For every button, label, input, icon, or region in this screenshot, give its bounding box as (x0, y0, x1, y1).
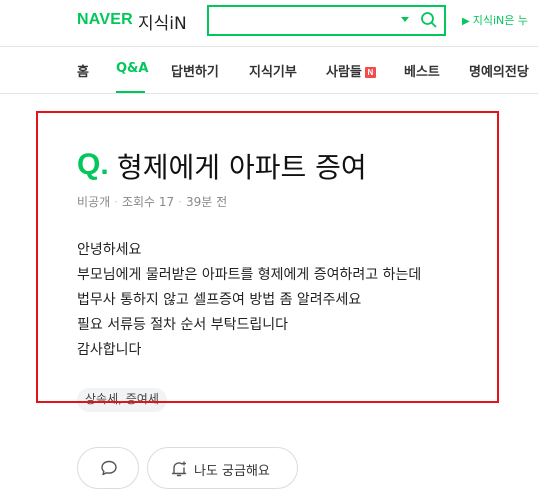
tab-donate[interactable]: 지식기부 (249, 61, 297, 80)
question-body: 안녕하세요 부모님에게 물러받은 아파트를 형제에게 증여하려고 하는데 법무사… (77, 238, 497, 363)
top-header: NAVER 지식iN ▶ 지식iN은 누 (0, 0, 538, 47)
body-line: 법무사 통하지 않고 셀프증여 방법 좀 알려주세요 (77, 292, 362, 308)
comment-icon (101, 460, 117, 476)
separator-dot: · (178, 195, 182, 209)
body-line: 필요 서류등 절차 순서 부탁드립니다 (77, 317, 288, 333)
main-nav: 홈 Q&A 답변하기 지식기부 사람들 N 베스트 명예의전당 (0, 47, 538, 94)
tab-answer[interactable]: 답변하기 (171, 61, 219, 80)
question-meta: 비공개 · 조회수 17 · 39분 전 (77, 193, 227, 210)
body-line: 부모님에게 물러받은 아파트를 형제에게 증여하려고 하는데 (77, 267, 422, 283)
new-badge: N (364, 67, 376, 78)
speaker-icon: ▶ (462, 16, 470, 27)
tab-people-label: 사람들 (326, 65, 362, 80)
notice-link[interactable]: ▶ 지식iN은 누 (462, 12, 528, 28)
search-box (207, 5, 446, 36)
active-tab-indicator (116, 91, 145, 93)
body-line: 안녕하세요 (77, 242, 142, 258)
visibility-label: 비공개 (77, 195, 111, 209)
search-icon[interactable] (420, 11, 438, 29)
jisikin-logo[interactable]: 지식iN (138, 9, 187, 34)
tab-best[interactable]: 베스트 (404, 61, 440, 80)
question-tag[interactable]: 상속세, 증여세 (77, 388, 167, 412)
question-mark-label: Q. (77, 148, 109, 181)
chevron-down-icon[interactable] (401, 17, 409, 22)
tab-qna[interactable]: Q&A (116, 61, 148, 76)
curious-button[interactable]: 나도 궁금해요 (147, 447, 298, 489)
body-line: 감사합니다 (77, 342, 142, 358)
comment-button[interactable] (77, 447, 139, 489)
search-input[interactable] (215, 10, 399, 32)
separator-dot: · (114, 195, 118, 209)
view-count: 조회수 17 (121, 195, 175, 209)
tab-hall-of-fame[interactable]: 명예의전당 (469, 61, 529, 80)
bell-plus-icon (171, 461, 187, 477)
question-title: 형제에게 아파트 증여 (117, 151, 367, 184)
curious-label: 나도 궁금해요 (194, 464, 270, 479)
post-time: 39분 전 (186, 195, 228, 209)
notice-text: 지식iN은 누 (472, 14, 528, 27)
tab-people[interactable]: 사람들 N (326, 61, 376, 80)
naver-logo[interactable]: NAVER (77, 11, 133, 29)
tab-home[interactable]: 홈 (77, 61, 89, 80)
